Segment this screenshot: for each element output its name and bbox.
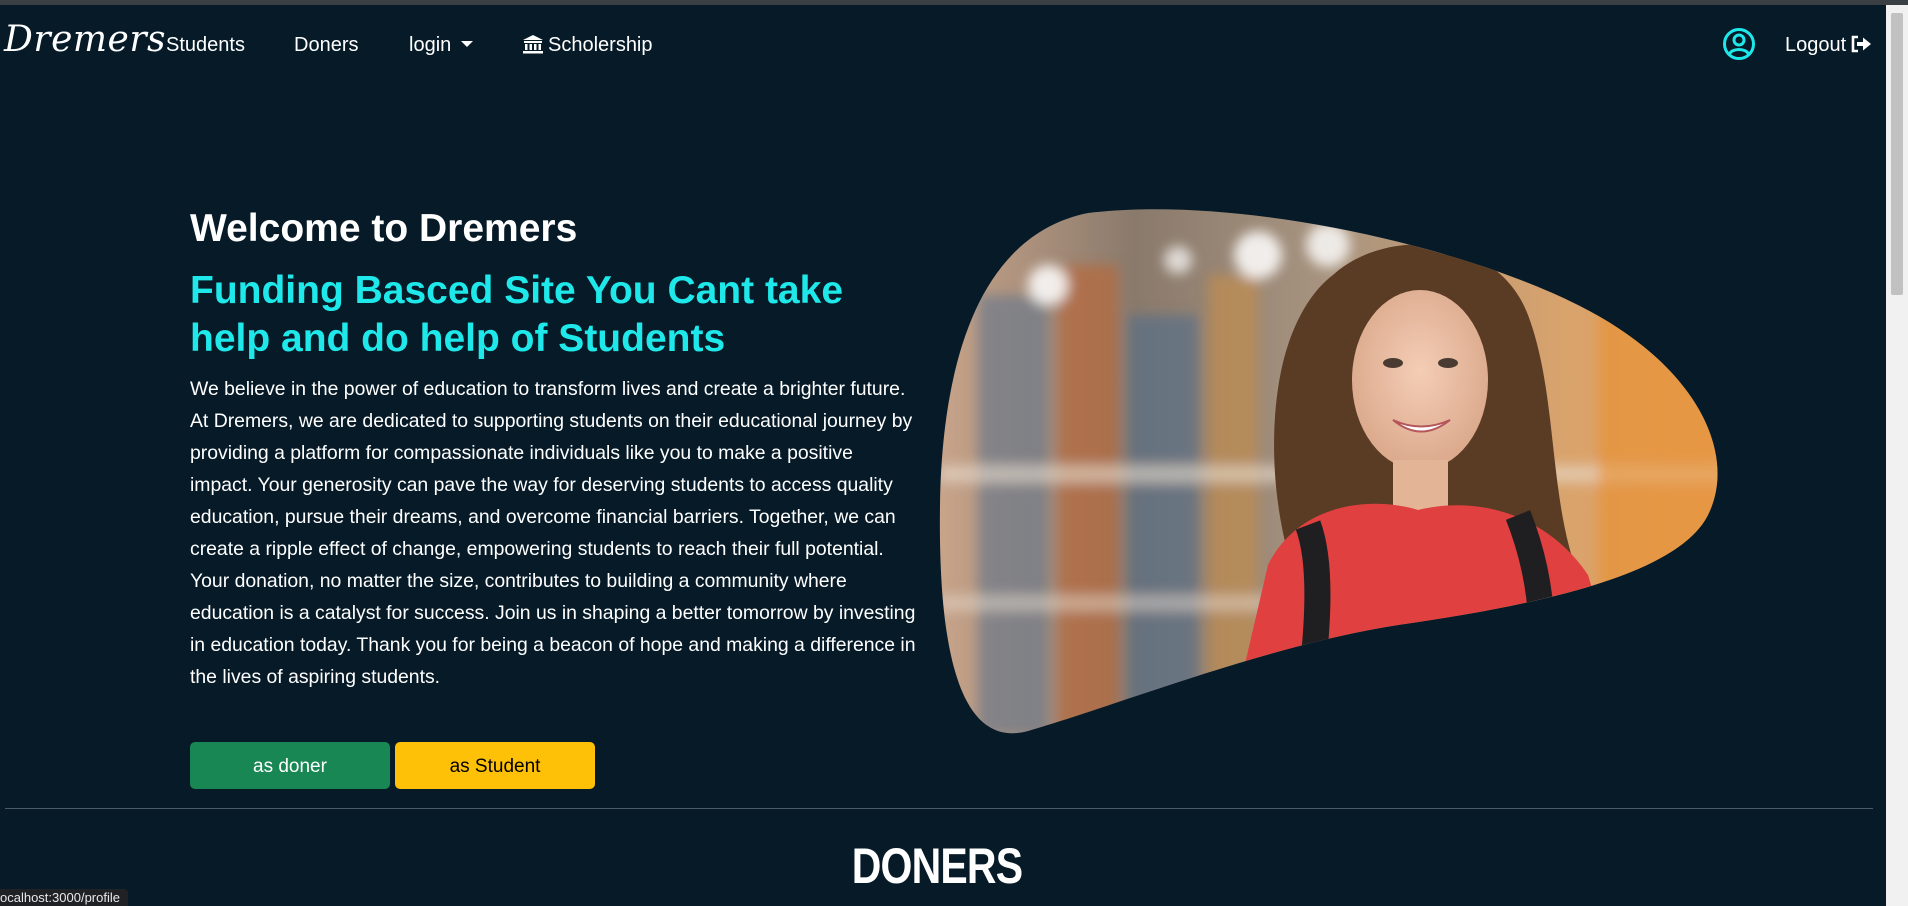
nav-dropdown-login[interactable]: login (409, 34, 474, 57)
brand-logo[interactable]: Dremers (4, 19, 166, 60)
sign-out-icon (1851, 35, 1872, 53)
navbar: Dremers Students Doners login Scholershi… (0, 5, 1886, 85)
nav-link-scholarship[interactable]: Scholership (522, 34, 653, 57)
bank-icon (523, 34, 543, 54)
hero-student-image (939, 209, 1718, 734)
user-circle-icon[interactable] (1722, 27, 1756, 61)
nav-link-doners[interactable]: Doners (294, 34, 358, 57)
as-doner-button[interactable]: as doner (190, 742, 390, 789)
scrollbar-thumb[interactable] (1891, 13, 1903, 295)
status-bar-url: ocalhost:3000/profile (0, 889, 128, 906)
doners-section-title: DONERS (851, 838, 1023, 894)
logout-link[interactable]: Logout (1785, 34, 1872, 57)
nav-link-students[interactable]: Students (166, 34, 245, 57)
logout-label: Logout (1785, 34, 1847, 56)
hero-title: Welcome to Dremers (190, 207, 578, 250)
page-scrollbar[interactable] (1886, 5, 1908, 906)
hero-subtitle: Funding Basced Site You Cant take help a… (190, 269, 844, 360)
nav-login-label: login (409, 34, 452, 56)
nav-scholarship-label: Scholership (548, 34, 653, 56)
page: Dremers Students Doners login Scholershi… (0, 5, 1886, 906)
hero-description: We believe in the power of education to … (190, 378, 916, 688)
as-student-button[interactable]: as Student (395, 742, 595, 789)
caret-down-icon (461, 40, 474, 47)
section-divider (5, 808, 1873, 809)
